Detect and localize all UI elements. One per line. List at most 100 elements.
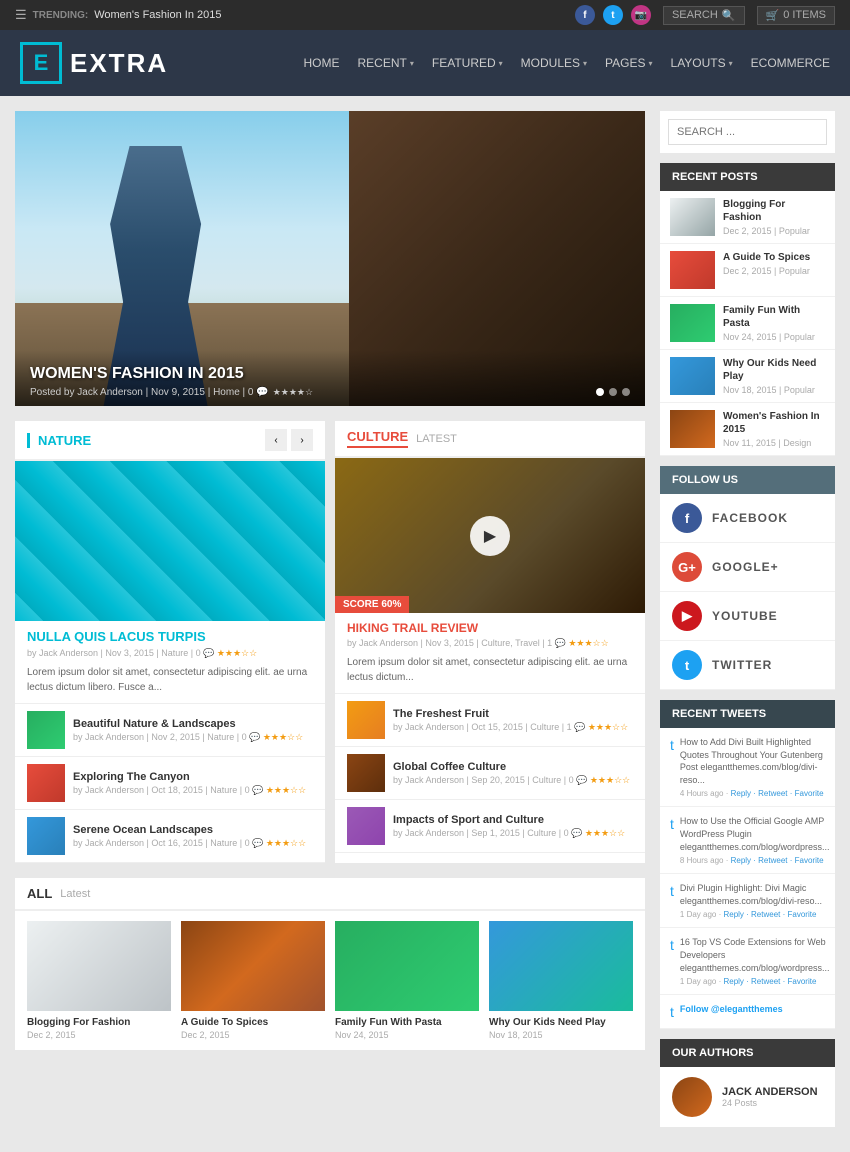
recent-post-info-5: Women's Fashion In 2015 Nov 11, 2015 | D… xyxy=(723,410,825,448)
nature-main-content: NULLA QUIS LACUS TURPIS by Jack Anderson… xyxy=(15,621,325,703)
hero-dot-3[interactable] xyxy=(622,388,630,396)
culture-list-title-2[interactable]: Global Coffee Culture xyxy=(393,761,633,773)
tweet-text-5[interactable]: Follow @elegantthemes xyxy=(680,1003,783,1016)
all-card-image-4 xyxy=(489,921,633,1011)
all-card-date-1: Dec 2, 2015 xyxy=(27,1030,171,1040)
all-grid: Blogging For Fashion Dec 2, 2015 A Guide… xyxy=(15,911,645,1050)
recent-posts-header: RECENT POSTS xyxy=(660,163,835,191)
facebook-top-icon[interactable]: f xyxy=(575,5,595,25)
nature-nav: ‹ › xyxy=(265,429,313,451)
nav-ecommerce[interactable]: ECOMMERCE xyxy=(751,56,830,70)
hero-dot-2[interactable] xyxy=(609,388,617,396)
tweet-icon-3: t xyxy=(670,883,674,919)
twitter-top-icon[interactable]: t xyxy=(603,5,623,25)
recent-post-meta-2: Dec 2, 2015 | Popular xyxy=(723,266,810,276)
top-bar-right: f t 📷 SEARCH 🔍 🛒 0 ITEMS xyxy=(575,5,835,25)
culture-main-excerpt: Lorem ipsum dolor sit amet, consectetur … xyxy=(347,655,633,685)
recent-post-item: Family Fun With Pasta Nov 24, 2015 | Pop… xyxy=(660,297,835,350)
instagram-top-icon[interactable]: 📷 xyxy=(631,5,651,25)
hamburger-icon[interactable]: ☰ xyxy=(15,7,27,23)
nature-title: NATURE xyxy=(27,433,91,448)
hero-dot-1[interactable] xyxy=(596,388,604,396)
culture-label: Latest xyxy=(416,433,457,445)
culture-list-title-1[interactable]: The Freshest Fruit xyxy=(393,708,633,720)
culture-list-title-3[interactable]: Impacts of Sport and Culture xyxy=(393,814,633,826)
tweet-meta-3: 1 Day ago · Reply · Retweet · Favorite xyxy=(680,910,825,919)
culture-main-content: HIKING TRAIL REVIEW by Jack Anderson | N… xyxy=(335,613,645,693)
nature-main-image xyxy=(15,461,325,621)
googleplus-follow-item[interactable]: G+ GOOGLE+ xyxy=(660,543,835,592)
tweet-content-5: Follow @elegantthemes xyxy=(680,1003,783,1020)
tweet-content-1: How to Add Divi Built Highlighted Quotes… xyxy=(680,736,825,798)
tweet-actions-2[interactable]: Reply · Retweet · Favorite xyxy=(731,856,824,865)
recent-post-title-2[interactable]: A Guide To Spices xyxy=(723,251,810,264)
sidebar: RECENT POSTS Blogging For Fashion Dec 2,… xyxy=(660,111,835,1137)
nature-prev-button[interactable]: ‹ xyxy=(265,429,287,451)
recent-post-item: Blogging For Fashion Dec 2, 2015 | Popul… xyxy=(660,191,835,244)
cart-button[interactable]: 🛒 0 ITEMS xyxy=(757,6,836,25)
youtube-follow-item[interactable]: ▶ YOUTUBE xyxy=(660,592,835,641)
nav-modules[interactable]: MODULES ▾ xyxy=(521,56,587,70)
list-item: The Freshest Fruit by Jack Anderson | Oc… xyxy=(335,694,645,747)
recent-post-meta-4: Nov 18, 2015 | Popular xyxy=(723,385,825,395)
facebook-follow-item[interactable]: f FACEBOOK xyxy=(660,494,835,543)
nature-list-title-1[interactable]: Beautiful Nature & Landscapes xyxy=(73,718,313,730)
nav-layouts[interactable]: LAYOUTS ▾ xyxy=(671,56,733,70)
recent-post-title-5[interactable]: Women's Fashion In 2015 xyxy=(723,410,825,436)
recent-post-title-3[interactable]: Family Fun With Pasta xyxy=(723,304,825,330)
culture-list-thumb-3 xyxy=(347,807,385,845)
recent-post-info-3: Family Fun With Pasta Nov 24, 2015 | Pop… xyxy=(723,304,825,342)
list-item: Impacts of Sport and Culture by Jack And… xyxy=(335,800,645,853)
tweet-content-3: Divi Plugin Highlight: Divi Magic elegan… xyxy=(680,882,825,919)
nature-list-info-3: Serene Ocean Landscapes by Jack Anderson… xyxy=(73,824,313,849)
recent-post-title-1[interactable]: Blogging For Fashion xyxy=(723,198,825,224)
twitter-follow-item[interactable]: t TWITTER xyxy=(660,641,835,690)
main-wrapper: WOMEN'S FASHION IN 2015 Posted by Jack A… xyxy=(0,96,850,1152)
nav-pages[interactable]: PAGES ▾ xyxy=(605,56,652,70)
youtube-follow-icon: ▶ xyxy=(672,601,702,631)
logo[interactable]: E EXTRA xyxy=(20,42,168,84)
search-input[interactable] xyxy=(668,119,827,145)
nature-list-info-1: Beautiful Nature & Landscapes by Jack An… xyxy=(73,718,313,743)
tweet-actions-4[interactable]: Reply · Retweet · Favorite xyxy=(723,977,816,986)
all-section-header: ALL Latest xyxy=(15,878,645,911)
nav-home[interactable]: HOME xyxy=(304,56,340,70)
nature-list-title-3[interactable]: Serene Ocean Landscapes xyxy=(73,824,313,836)
facebook-follow-icon: f xyxy=(672,503,702,533)
recent-thumb-3 xyxy=(670,304,715,342)
tweet-actions-3[interactable]: Reply · Retweet · Favorite xyxy=(723,910,816,919)
all-label: Latest xyxy=(60,888,90,900)
culture-title-group: CULTURE Latest xyxy=(347,429,457,448)
hero-section: WOMEN'S FASHION IN 2015 Posted by Jack A… xyxy=(15,111,645,406)
nature-list-title-2[interactable]: Exploring The Canyon xyxy=(73,771,313,783)
culture-video[interactable]: ▶ SCORE 60% xyxy=(335,458,645,613)
pages-dropdown-arrow: ▾ xyxy=(649,59,653,68)
nature-next-button[interactable]: › xyxy=(291,429,313,451)
search-top-button[interactable]: SEARCH 🔍 xyxy=(663,6,745,25)
trending-text: Women's Fashion In 2015 xyxy=(94,9,221,21)
nature-column: NATURE ‹ › NULLA QUIS LACUS TURPIS by Ja… xyxy=(15,421,325,863)
logo-icon: E xyxy=(20,42,62,84)
all-card-title-3[interactable]: Family Fun With Pasta xyxy=(335,1017,479,1028)
hero-title: WOMEN'S FASHION IN 2015 xyxy=(30,365,630,383)
hero-meta: Posted by Jack Anderson | Nov 9, 2015 | … xyxy=(30,387,630,398)
all-card-title-4[interactable]: Why Our Kids Need Play xyxy=(489,1017,633,1028)
play-button[interactable]: ▶ xyxy=(470,516,510,556)
nav-featured[interactable]: FEATURED ▾ xyxy=(432,56,503,70)
culture-main-title[interactable]: HIKING TRAIL REVIEW xyxy=(347,621,633,635)
author-name-1[interactable]: JACK ANDERSON xyxy=(722,1086,818,1098)
all-card-title-2[interactable]: A Guide To Spices xyxy=(181,1017,325,1028)
culture-list-meta-3: by Jack Anderson | Sep 1, 2015 | Culture… xyxy=(393,828,633,839)
nature-section-header: NATURE ‹ › xyxy=(15,421,325,461)
tweet-actions-1[interactable]: Reply · Retweet · Favorite xyxy=(731,789,824,798)
tweet-meta-2: 8 Hours ago · Reply · Retweet · Favorite xyxy=(680,856,830,865)
nature-main-title[interactable]: NULLA QUIS LACUS TURPIS xyxy=(27,629,313,644)
twitter-follow-label: TWITTER xyxy=(712,658,772,672)
nav-recent[interactable]: RECENT ▾ xyxy=(358,56,414,70)
all-card-image-1 xyxy=(27,921,171,1011)
featured-dropdown-arrow: ▾ xyxy=(499,59,503,68)
recent-post-title-4[interactable]: Why Our Kids Need Play xyxy=(723,357,825,383)
all-card-title-1[interactable]: Blogging For Fashion xyxy=(27,1017,171,1028)
top-bar: ☰ TRENDING: Women's Fashion In 2015 f t … xyxy=(0,0,850,30)
hero-overlay: WOMEN'S FASHION IN 2015 Posted by Jack A… xyxy=(15,350,645,406)
